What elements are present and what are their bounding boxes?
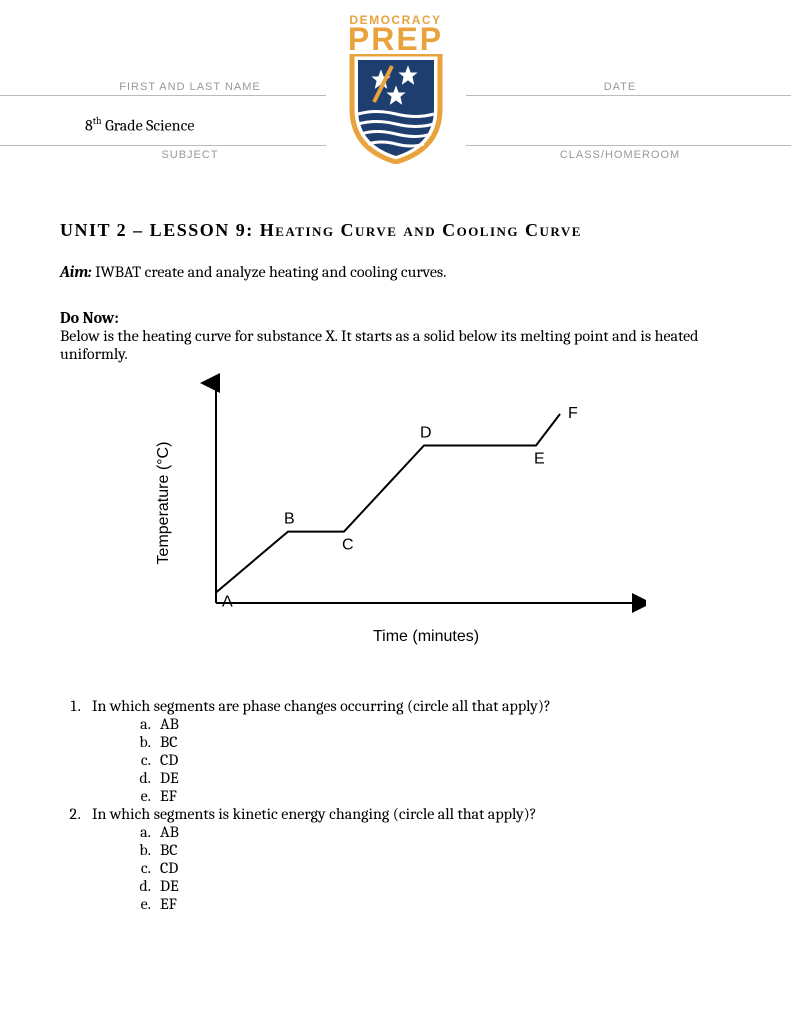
unit-title: UNIT 2 – LESSON 9: Heating Curve and Coo…	[60, 220, 731, 241]
grade-rest: Grade Science	[102, 116, 195, 134]
donow-text: Below is the heating curve for substance…	[60, 327, 731, 363]
worksheet-header: FIRST AND LAST NAME DATE SUBJECT CLASS/H…	[0, 0, 791, 170]
aim-line: Aim: IWBAT create and analyze heating an…	[60, 263, 731, 281]
date-field: DATE	[540, 77, 700, 95]
logo-text-main: PREP	[326, 25, 466, 54]
ordinal-suffix: th	[93, 115, 102, 127]
question-list: In which segments are phase changes occu…	[60, 697, 731, 913]
heating-curve-chart: A B C D E F Time (minutes) Temperature (°C)	[60, 373, 731, 657]
option-item: EF	[154, 787, 731, 805]
aim-text: IWBAT create and analyze heating and coo…	[92, 263, 447, 281]
option-item: EF	[154, 895, 731, 913]
class-field: CLASS/HOMEROOM	[540, 145, 700, 163]
option-item: BC	[154, 733, 731, 751]
option-list: ABBCCDDEEF	[92, 715, 731, 805]
subject-field: SUBJECT	[80, 145, 300, 163]
question-item: In which segments are phase changes occu…	[84, 697, 731, 805]
point-label: A	[222, 594, 233, 611]
aim-label: Aim:	[60, 263, 92, 281]
option-item: DE	[154, 769, 731, 787]
point-label: D	[420, 425, 432, 442]
line-chart: A B C D E F Time (minutes) Temperature (°C)	[146, 373, 646, 653]
question-item: In which segments is kinetic energy chan…	[84, 805, 731, 913]
option-item: AB	[154, 823, 731, 841]
option-item: BC	[154, 841, 731, 859]
point-label: B	[284, 511, 295, 528]
grade-number: 8	[85, 116, 93, 134]
option-list: ABBCCDDEEF	[92, 823, 731, 913]
subject-label: SUBJECT	[161, 149, 218, 161]
class-label: CLASS/HOMEROOM	[560, 149, 680, 161]
y-axis-label: Temperature (°C)	[155, 442, 172, 565]
point-label: F	[568, 405, 578, 422]
date-label: DATE	[604, 81, 637, 93]
question-text: In which segments are phase changes occu…	[92, 697, 551, 715]
shield-icon	[346, 54, 446, 164]
option-item: DE	[154, 877, 731, 895]
point-label: C	[342, 537, 354, 554]
option-item: CD	[154, 751, 731, 769]
donow-label: Do Now:	[60, 309, 731, 327]
x-axis-label: Time (minutes)	[372, 628, 478, 645]
worksheet-body: UNIT 2 – LESSON 9: Heating Curve and Coo…	[0, 170, 791, 913]
subject-value: 8th Grade Science	[85, 115, 194, 134]
school-logo: DEMOCRACY PREP	[326, 13, 466, 164]
option-item: CD	[154, 859, 731, 877]
point-label: E	[534, 451, 545, 468]
name-label: FIRST AND LAST NAME	[119, 81, 260, 93]
name-field: FIRST AND LAST NAME	[80, 77, 300, 95]
question-text: In which segments is kinetic energy chan…	[92, 805, 537, 823]
option-item: AB	[154, 715, 731, 733]
